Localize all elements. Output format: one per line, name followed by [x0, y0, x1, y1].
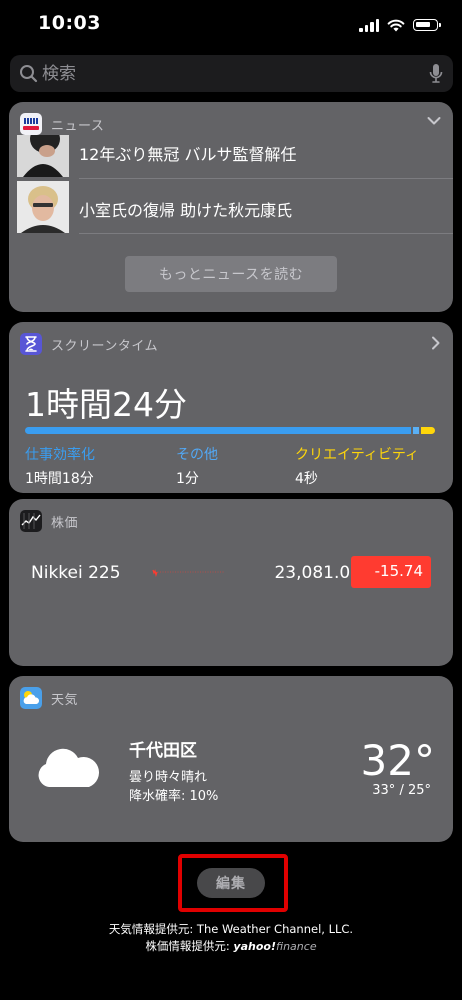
stocks-widget-title: 株価	[51, 516, 79, 531]
category-name: その他	[176, 447, 218, 463]
usage-segment-creativity	[421, 427, 435, 434]
news-item[interactable]: 12年ぶり無冠 バルサ監督解任	[17, 135, 445, 177]
weather-widget-title: 天気	[51, 693, 79, 708]
battery-icon	[413, 19, 441, 31]
screen-time-total: 1時間24分	[25, 385, 187, 424]
weather-widget-header[interactable]: 天気	[9, 676, 453, 720]
edit-button[interactable]: 編集	[197, 868, 265, 898]
search-icon	[20, 65, 38, 83]
category-time: 4秒	[295, 471, 318, 487]
news-thumbnail	[17, 181, 69, 233]
search-input[interactable]	[42, 55, 422, 92]
weather-high-low: 33° / 25°	[372, 783, 431, 798]
stocks-provider-label: 株価情報提供元:	[145, 939, 230, 953]
weather-condition: 曇り時々晴れ	[129, 770, 208, 785]
stocks-widget[interactable]: 株価 Nikkei 225 23,081.01 -15.74	[9, 499, 453, 666]
yahoo-finance-logo: yahoo!finance	[233, 940, 317, 953]
chevron-down-icon[interactable]	[427, 116, 441, 126]
usage-segment-productivity	[25, 427, 411, 434]
news-widget-title: ニュース	[51, 119, 105, 134]
usage-segment-other	[413, 427, 419, 434]
category-time: 1時間18分	[25, 471, 94, 487]
news-thumbnail	[17, 135, 69, 177]
stock-sparkline	[152, 569, 225, 578]
weather-widget[interactable]: 天気 千代田区 曇り時々晴れ 降水確率: 10% 32° 33° / 25°	[9, 676, 453, 842]
category-name: クリエイティビティ	[295, 447, 420, 463]
more-news-button[interactable]: もっとニュースを読む	[125, 256, 337, 292]
screen-time-category: クリエイティビティ 4秒	[295, 444, 419, 488]
stock-symbol[interactable]: Nikkei 225	[31, 563, 121, 583]
stocks-provider-credit: 株価情報提供元: yahoo!finance	[0, 938, 462, 954]
chevron-right-icon[interactable]	[431, 336, 441, 350]
news-headline: 小室氏の復帰 助けた秋元康氏	[79, 201, 293, 220]
weather-app-icon	[20, 687, 42, 709]
stock-change-badge[interactable]: -15.74	[351, 556, 431, 588]
category-name: 仕事効率化	[25, 447, 95, 463]
screen-time-category: 仕事効率化 1時間18分	[25, 444, 95, 488]
status-bar: 10:03	[0, 0, 462, 50]
category-time: 1分	[176, 471, 199, 487]
status-time: 10:03	[38, 12, 101, 34]
stock-price: 23,081.01	[274, 563, 361, 583]
screen-time-widget-title: スクリーンタイム	[51, 339, 159, 354]
status-icons	[359, 17, 441, 33]
today-view: 10:03 検索 ニュース 12年ぶり無冠 バルサ監督解任 小室氏の復帰 助けた…	[0, 0, 462, 1000]
screen-time-usage-bar	[25, 427, 437, 434]
mic-icon[interactable]	[429, 63, 443, 84]
wifi-icon	[387, 19, 405, 31]
weather-precipitation: 降水確率: 10%	[129, 789, 219, 804]
divider	[79, 178, 453, 179]
news-app-icon	[20, 113, 42, 135]
screen-time-widget[interactable]: スクリーンタイム 1時間24分 仕事効率化 1時間18分 その他 1分 クリエイ…	[9, 322, 453, 493]
weather-location: 千代田区	[129, 741, 197, 761]
search-bar[interactable]	[10, 55, 453, 92]
news-headline: 12年ぶり無冠 バルサ監督解任	[79, 145, 297, 164]
screen-time-category: その他 1分	[176, 444, 218, 488]
divider	[79, 233, 453, 234]
screen-time-widget-header[interactable]: スクリーンタイム	[9, 322, 453, 366]
stocks-widget-header[interactable]: 株価	[9, 499, 453, 543]
news-item[interactable]: 小室氏の復帰 助けた秋元康氏	[17, 181, 445, 233]
stocks-chart-icon	[20, 510, 42, 532]
cellular-signal-icon	[359, 18, 379, 32]
hourglass-icon	[20, 333, 42, 355]
weather-provider-credit: 天気情報提供元: The Weather Channel, LLC.	[108, 922, 354, 936]
weather-temperature: 32°	[360, 736, 435, 785]
news-widget[interactable]: ニュース 12年ぶり無冠 バルサ監督解任 小室氏の復帰 助けた秋元康氏 もっとニ…	[9, 102, 453, 312]
cloud-icon	[38, 748, 99, 787]
